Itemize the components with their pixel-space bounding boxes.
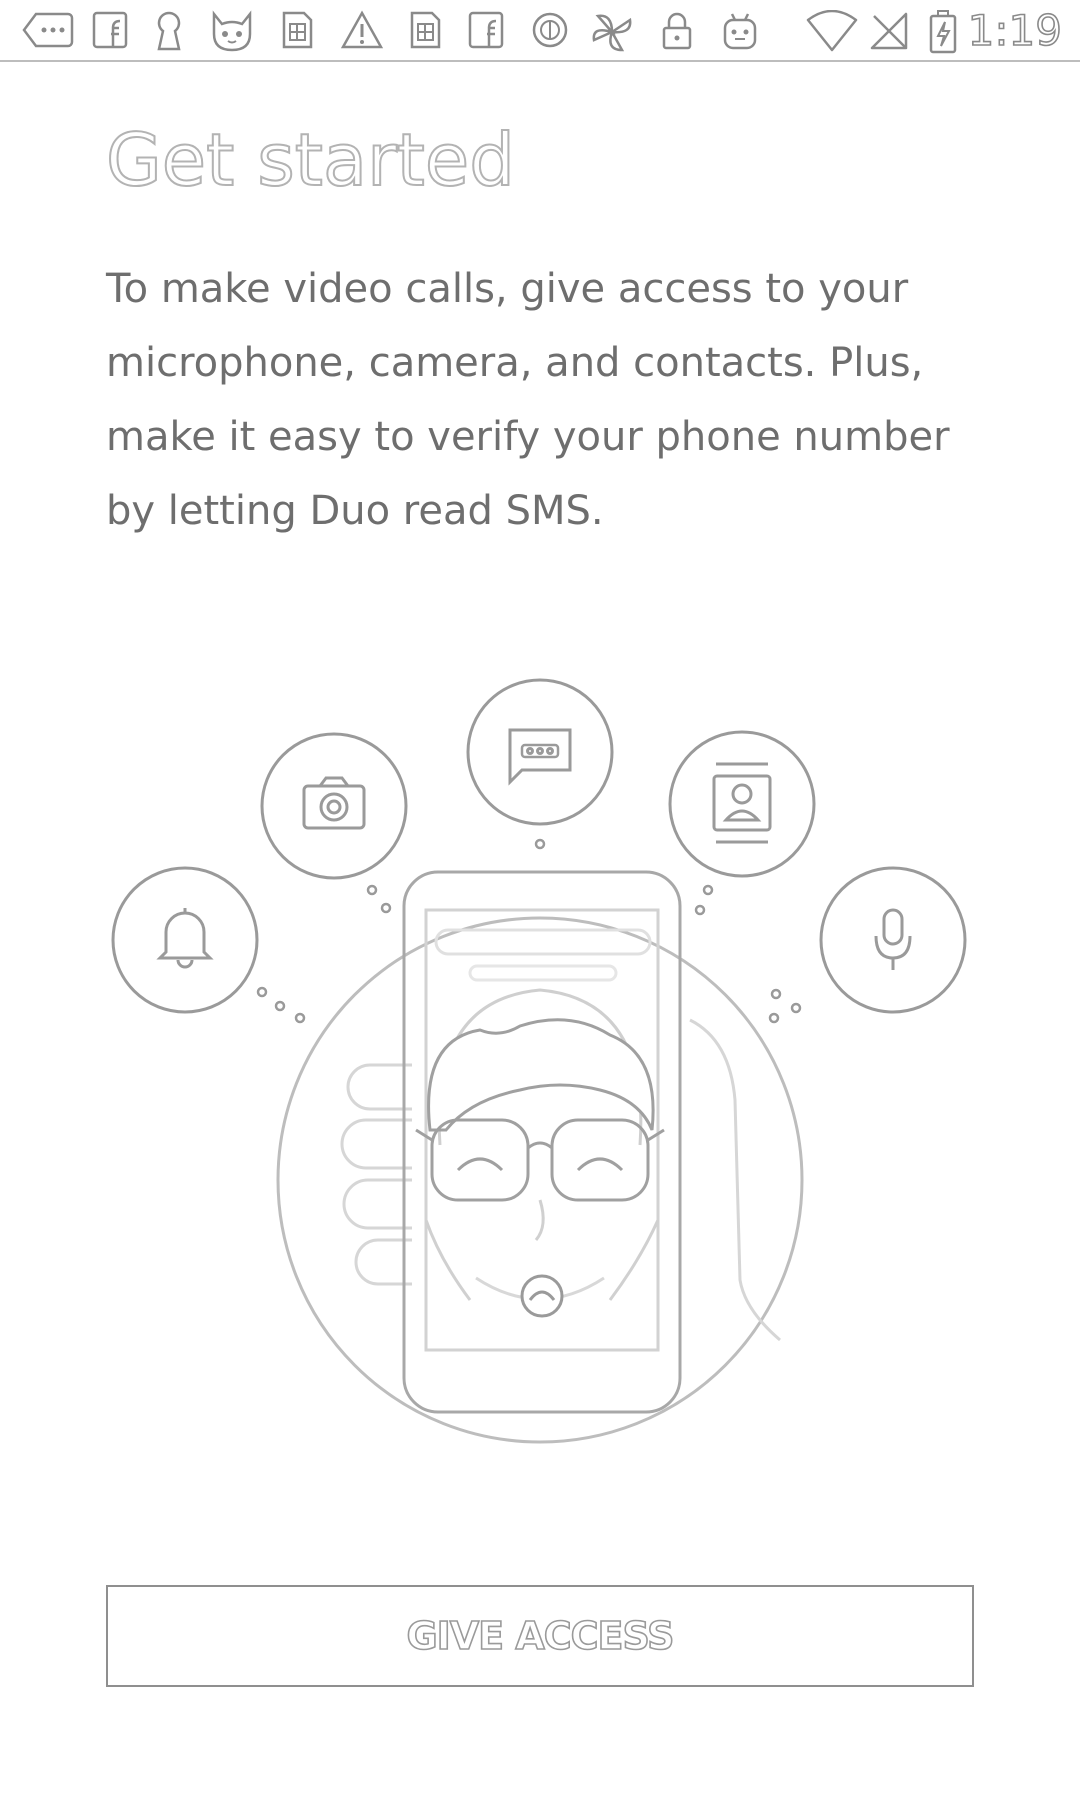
facebook-icon — [92, 10, 128, 50]
contacts-icon — [668, 730, 816, 878]
microphone-icon — [819, 866, 967, 1014]
sim-icon — [280, 10, 314, 50]
lock-icon — [660, 10, 694, 52]
flower-icon — [588, 10, 636, 54]
give-access-label: GIVE ACCESS — [406, 1613, 676, 1659]
battery-charging-icon — [928, 10, 958, 54]
wifi-icon — [806, 10, 858, 52]
status-time: 1:19 — [967, 5, 1063, 56]
end-call-icon — [520, 1274, 564, 1318]
camera-icon — [260, 732, 408, 880]
status-bar: 1:19 — [0, 0, 1080, 62]
page-title: Get started — [105, 117, 516, 203]
sms-icon — [466, 678, 614, 826]
keyhole-icon — [152, 10, 186, 52]
more-icon — [22, 10, 74, 50]
phone-illustration — [402, 870, 682, 1414]
sync-icon — [530, 10, 570, 50]
facebook-icon — [468, 10, 504, 50]
cat-icon — [208, 10, 256, 54]
give-access-button[interactable]: GIVE ACCESS — [106, 1585, 974, 1687]
intro-text: To make video calls, give access to your… — [106, 266, 950, 534]
android-icon — [720, 10, 760, 52]
sim-icon — [408, 10, 442, 50]
warning-icon — [340, 10, 384, 50]
notification-bell-icon — [111, 866, 259, 1014]
permissions-illustration — [0, 660, 1080, 1460]
no-signal-icon — [868, 10, 910, 52]
